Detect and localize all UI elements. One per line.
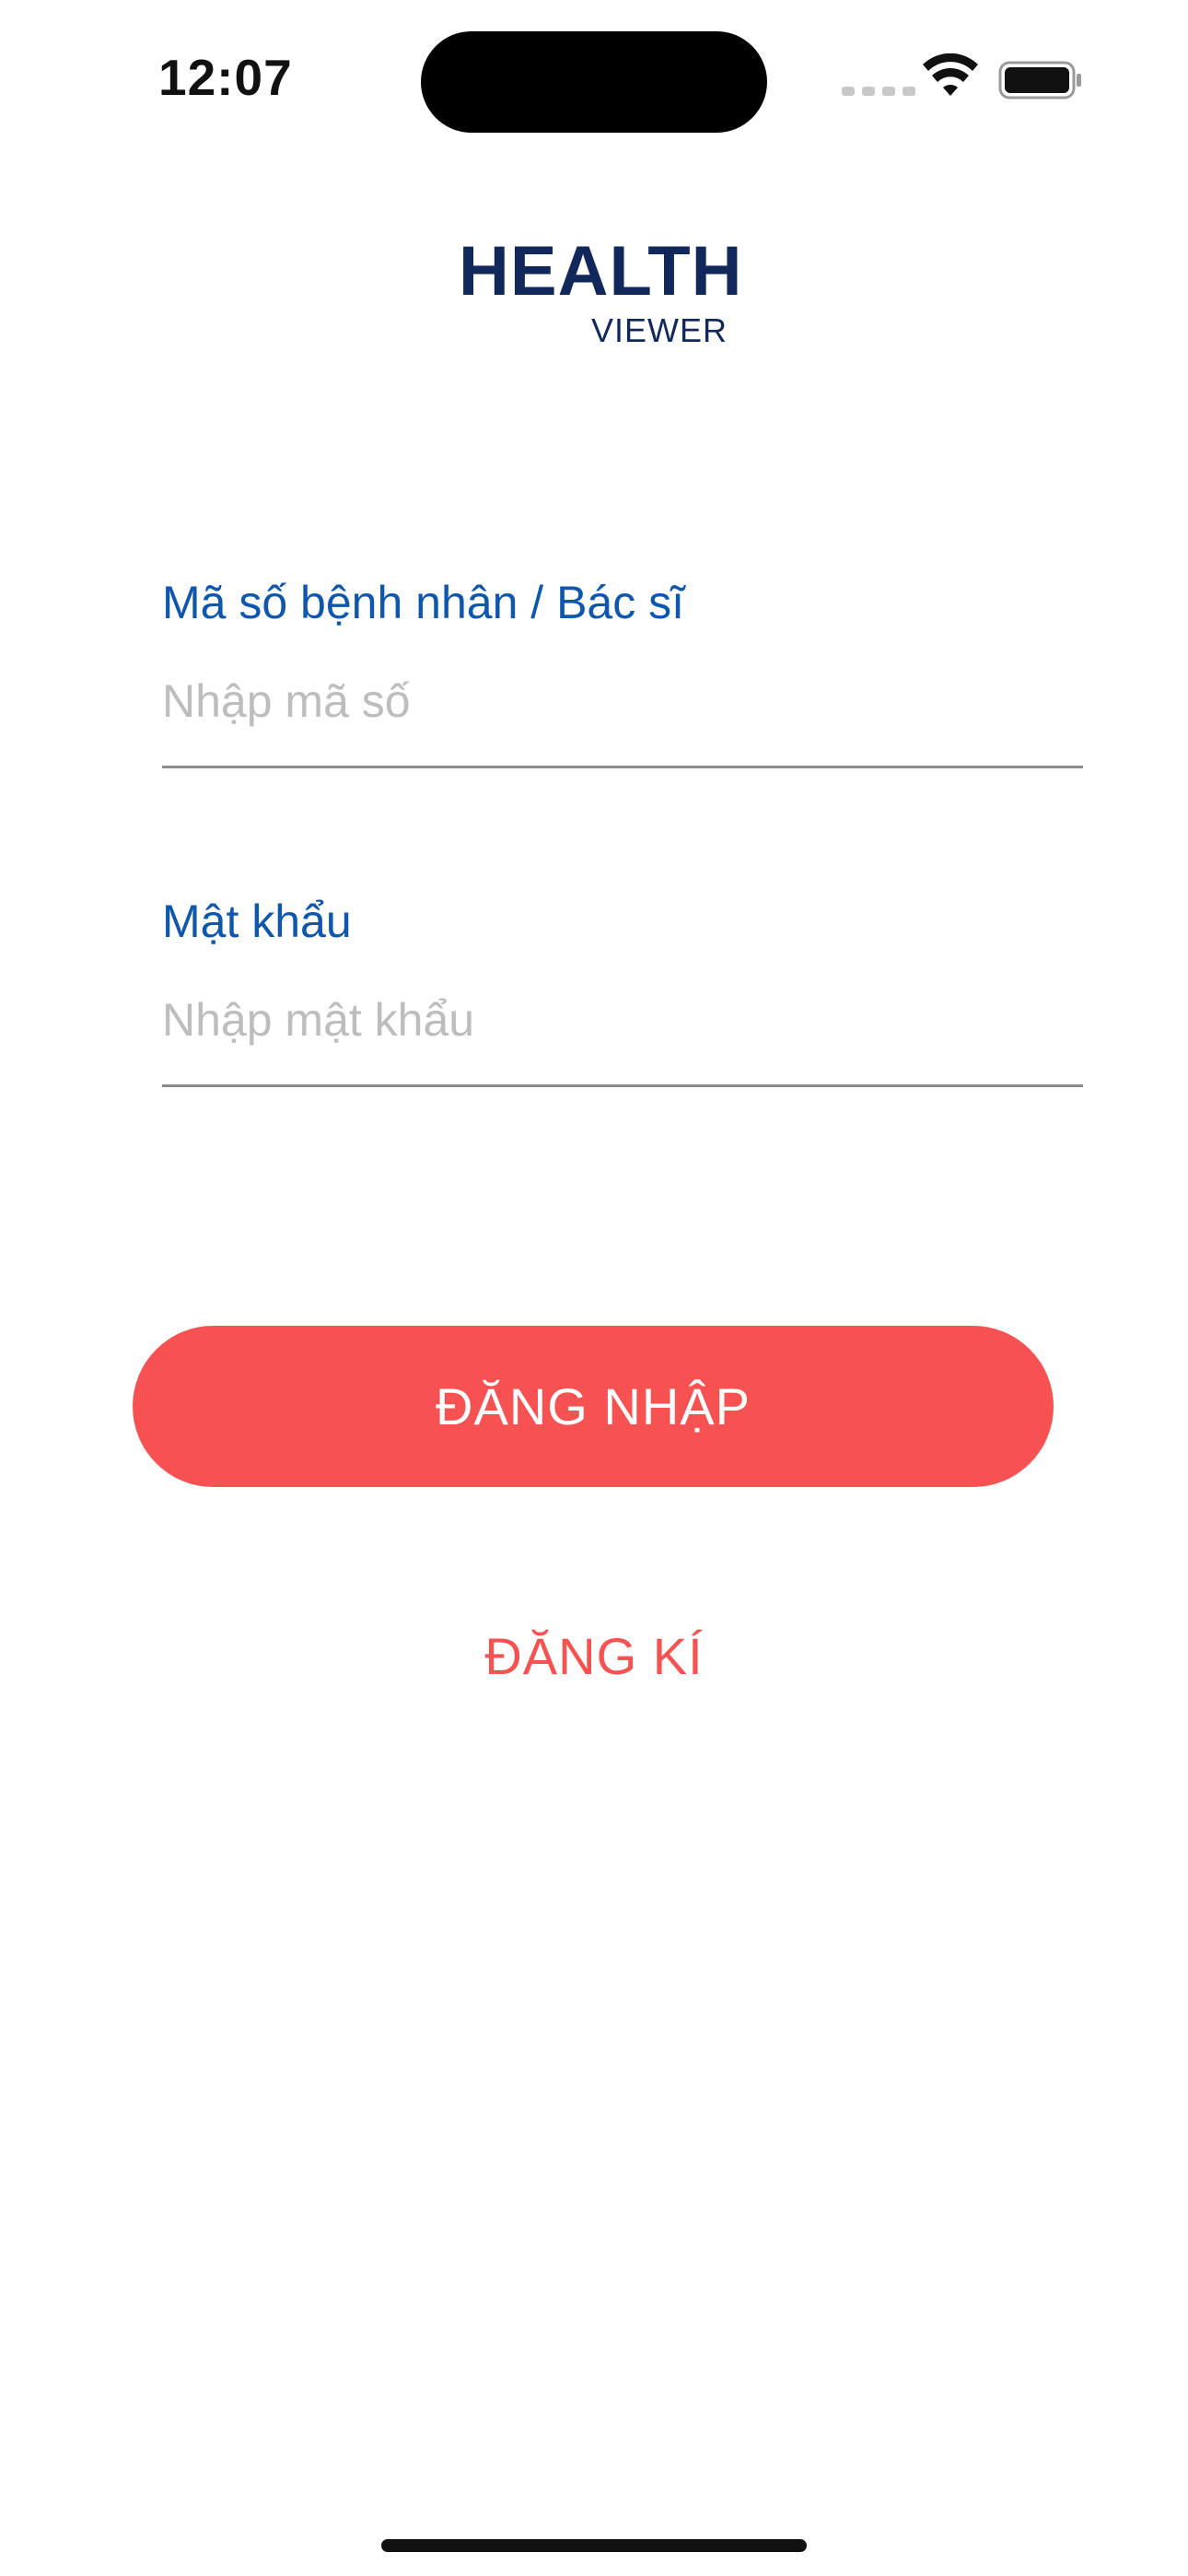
wifi-icon bbox=[923, 53, 978, 96]
register-link[interactable]: ĐĂNG KÍ bbox=[0, 1626, 1188, 1686]
login-button[interactable]: ĐĂNG NHẬP bbox=[133, 1326, 1054, 1487]
dynamic-island bbox=[421, 31, 767, 133]
app-logo: HEALTH VIEWER bbox=[451, 230, 742, 350]
home-indicator[interactable] bbox=[381, 2539, 807, 2552]
id-field-label: Mã số bệnh nhân / Bác sĩ bbox=[162, 577, 685, 628]
status-time: 12:07 bbox=[158, 49, 293, 106]
password-field-underline bbox=[162, 1084, 1083, 1087]
logo-title: HEALTH bbox=[459, 232, 743, 310]
login-button-label: ĐĂNG NHẬP bbox=[436, 1377, 751, 1435]
id-input[interactable] bbox=[162, 664, 1083, 738]
password-field-label: Mật khẩu bbox=[162, 896, 352, 947]
logo-subtitle: VIEWER bbox=[590, 311, 728, 349]
id-field-underline bbox=[162, 766, 1083, 768]
password-input[interactable] bbox=[162, 983, 1083, 1057]
cellular-signal-icon bbox=[842, 87, 915, 96]
battery-icon bbox=[998, 61, 1081, 100]
